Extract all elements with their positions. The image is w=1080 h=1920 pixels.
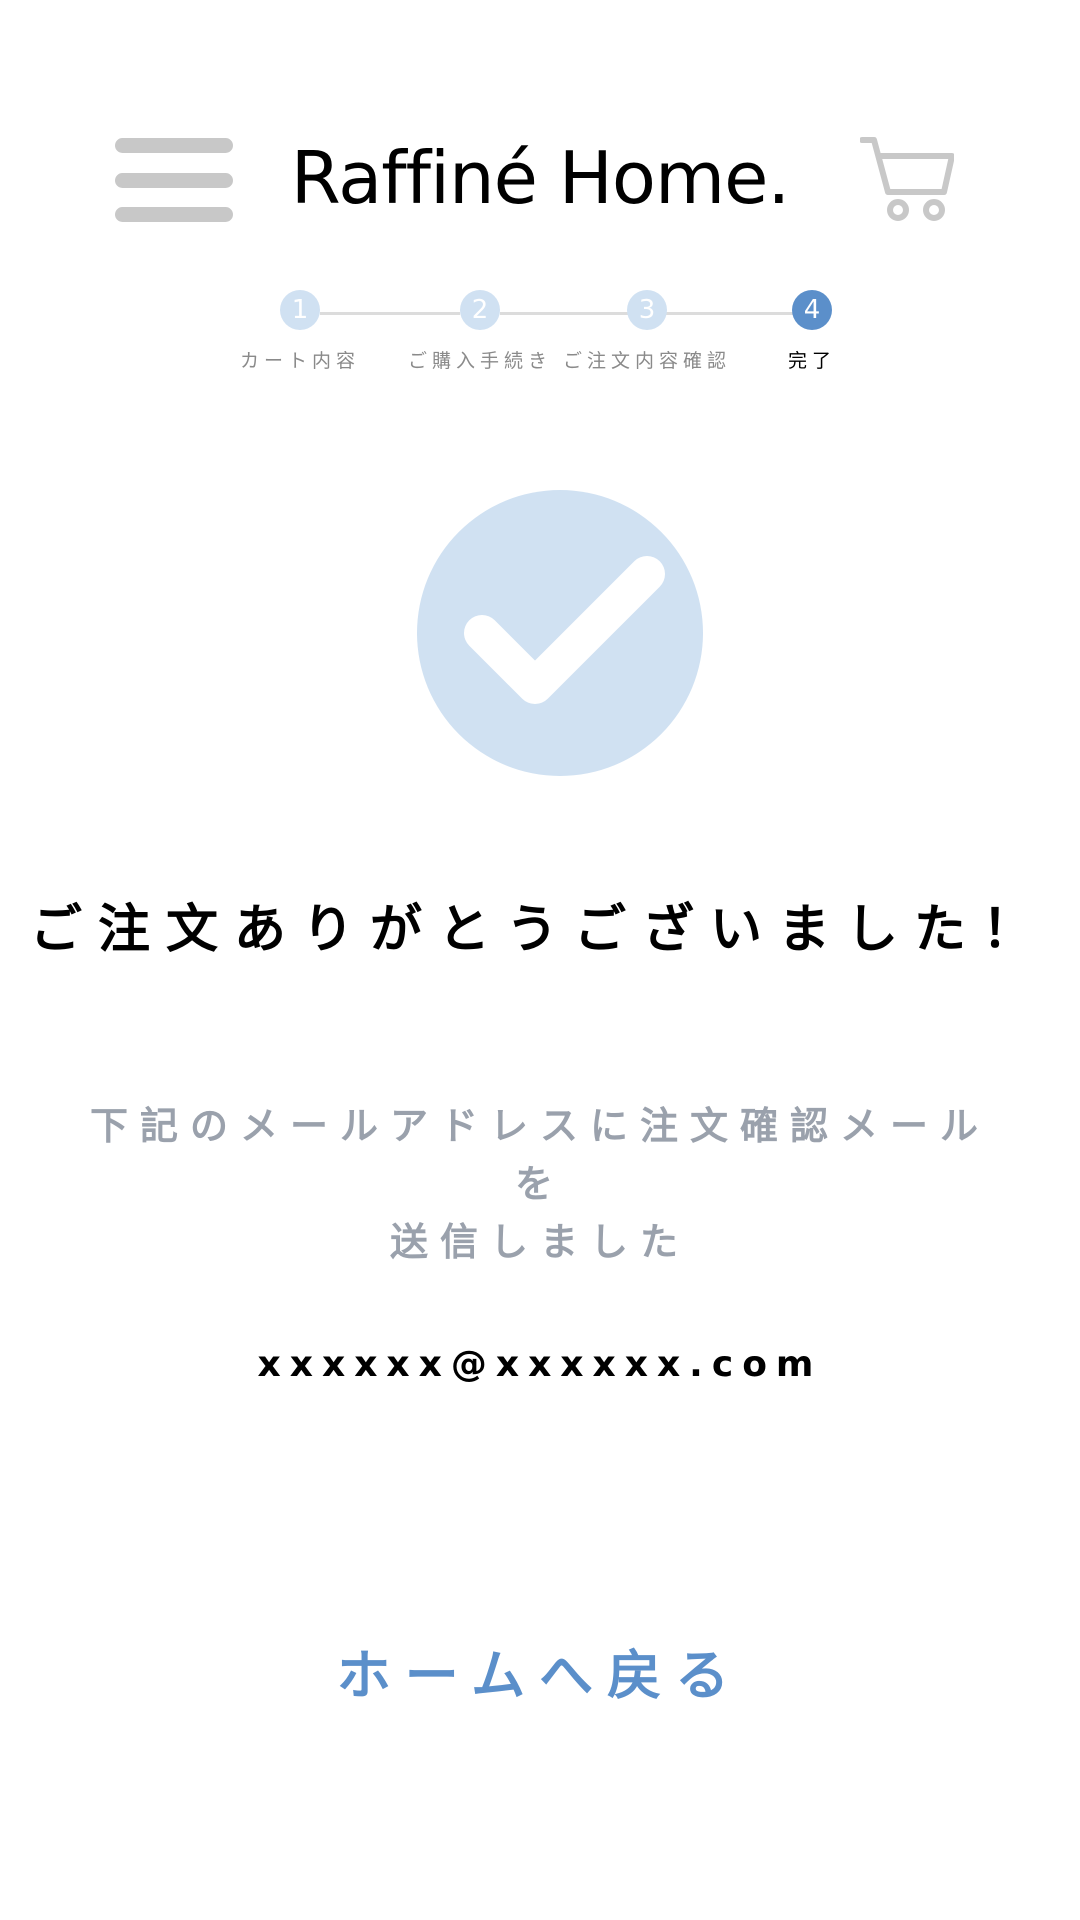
step-label: 完了 — [787, 350, 836, 372]
step-number: 2 — [460, 290, 500, 330]
checkout-stepper: 1 カート内容 2 ご購入手続き 3 ご注文内容確認 4 完了 — [0, 290, 1080, 380]
confirmation-message-line2: 送信しました — [389, 1220, 690, 1264]
step-complete: 4 完了 — [712, 290, 912, 373]
brand-logo[interactable]: Raffiné Home. — [200, 128, 880, 228]
thank-you-heading: ご注文ありがとうございました！ — [29, 900, 1050, 960]
step-number: 1 — [280, 290, 320, 330]
step-cart: 1 カート内容 — [200, 290, 400, 373]
shopping-cart-icon — [859, 137, 955, 221]
step-label: カート内容 — [239, 350, 360, 372]
confirmation-message-line1: 下記のメールアドレスに注文確認メールを — [89, 1104, 990, 1206]
cart-button[interactable] — [859, 136, 955, 222]
back-to-home-link[interactable]: ホームへ戻る — [290, 1636, 790, 1716]
confirmation-message: 下記のメールアドレスに注文確認メールを 送信しました — [80, 1097, 1000, 1271]
check-circle-icon — [417, 490, 703, 776]
step-number: 4 — [792, 290, 832, 330]
email-address: xxxxxx@xxxxxx.com — [257, 1344, 823, 1385]
step-number: 3 — [627, 290, 667, 330]
